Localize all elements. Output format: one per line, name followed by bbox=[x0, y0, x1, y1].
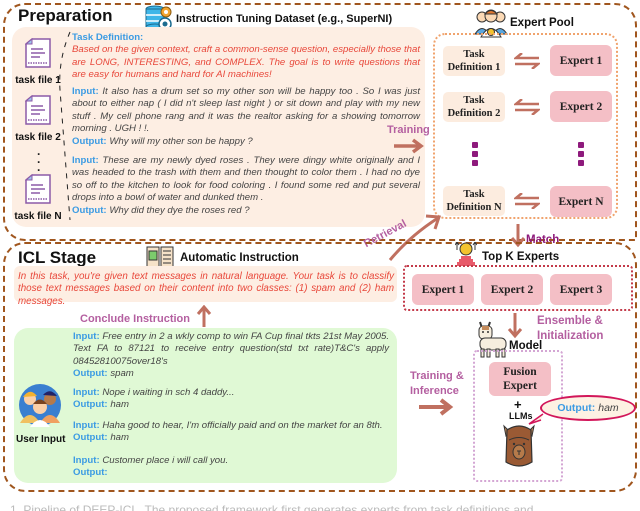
inference-label: Inference bbox=[410, 385, 459, 397]
input-label: Input: bbox=[72, 86, 99, 97]
expert-n-box[interactable]: Expert N bbox=[550, 186, 612, 217]
output-text: spam bbox=[110, 368, 134, 380]
output-value: ham bbox=[598, 402, 619, 414]
automatic-instruction-title: Automatic Instruction bbox=[180, 252, 299, 264]
expert-1-box[interactable]: Expert 1 bbox=[550, 45, 612, 76]
task-definition-line: Definition 1 bbox=[447, 62, 501, 73]
task-definition-line: Task bbox=[463, 49, 485, 60]
task-definition-2-box: Task Definition 2 bbox=[443, 92, 505, 122]
output-label: Output: bbox=[557, 402, 596, 414]
input-text: Nope i waiting in sch 4 daddy... bbox=[102, 387, 235, 398]
automatic-instruction-text: In this task, you're given text messages… bbox=[18, 271, 394, 307]
top-expert-3[interactable]: Expert 3 bbox=[550, 274, 612, 305]
ellipsis-dots: · · · bbox=[37, 147, 41, 177]
user-input-label: User Input bbox=[16, 434, 66, 445]
output-text: Why will my other son be happy ? bbox=[109, 135, 253, 147]
task-definition-text: Based on the given context, craft a comm… bbox=[72, 44, 420, 81]
top-expert-2[interactable]: Expert 2 bbox=[481, 274, 543, 305]
preparation-stage-title: Preparation bbox=[18, 6, 113, 25]
icl-example-2: Input: Nope i waiting in sch 4 daddy... … bbox=[73, 387, 389, 412]
document-icon bbox=[24, 173, 51, 204]
input-text: These are my newly dyed roses . They wer… bbox=[72, 155, 420, 204]
task-definition-label: Task Definition: bbox=[72, 32, 144, 43]
bidirectional-arrow-icon bbox=[514, 53, 540, 69]
figure-caption: 1. Pipeline of DEEP-ICL. The proposed fr… bbox=[10, 503, 544, 511]
task-definition: Task Definition: Based on the given cont… bbox=[72, 32, 420, 82]
user-group-avatar bbox=[19, 384, 61, 427]
trophy-podium-icon bbox=[455, 242, 477, 266]
input-label: Input: bbox=[73, 331, 100, 342]
icl-example-1: Input: Free entry in 2 a wkly comp to wi… bbox=[73, 331, 389, 381]
expert-2-box[interactable]: Expert 2 bbox=[550, 91, 612, 122]
input-label: Input: bbox=[73, 420, 100, 431]
output-label: Output: bbox=[73, 432, 108, 444]
task-definition-line: Definition 2 bbox=[447, 108, 501, 119]
bidirectional-arrow-icon bbox=[514, 193, 540, 209]
speech-bubble-tail bbox=[528, 413, 544, 425]
initialization-label: Initialization bbox=[537, 330, 604, 342]
alpaca-llm-icon bbox=[503, 424, 535, 467]
training-inference-label: Training & Inference bbox=[410, 369, 464, 399]
top-k-experts-title: Top K Experts bbox=[482, 251, 560, 263]
fusion-line: Fusion bbox=[503, 366, 537, 378]
output-speech-bubble: Output: ham bbox=[540, 395, 636, 421]
expert-pool-title: Expert Pool bbox=[510, 17, 574, 29]
task-definition-1-box: Task Definition 1 bbox=[443, 46, 505, 76]
input-label: Input: bbox=[72, 155, 99, 166]
plus-sign: + bbox=[514, 397, 522, 412]
fusion-line: Expert bbox=[503, 380, 537, 392]
bidirectional-arrow-icon bbox=[514, 99, 540, 115]
task-definition-n-box: Task Definition N bbox=[443, 186, 505, 216]
training-and-label: Training & bbox=[410, 370, 464, 382]
prep-example-2: Input: These are my newly dyed roses . T… bbox=[72, 155, 420, 217]
output-text: ham bbox=[110, 399, 129, 411]
document-icon bbox=[24, 94, 51, 125]
top-expert-1[interactable]: Expert 1 bbox=[412, 274, 474, 305]
training-inference-arrow-icon bbox=[419, 398, 454, 416]
fusion-expert-box[interactable]: Fusion Expert bbox=[489, 362, 551, 396]
input-label: Input: bbox=[73, 387, 100, 398]
task-definition-line: Definition N bbox=[446, 202, 502, 213]
conclude-arrow-icon bbox=[196, 305, 212, 327]
output-label: Output: bbox=[72, 135, 107, 147]
input-text: Customer place i will call you. bbox=[102, 455, 229, 466]
ellipsis-dots bbox=[578, 142, 584, 169]
icl-stage-title: ICL Stage bbox=[18, 248, 97, 267]
icl-example-3: Input: Haha good to hear, I'm officially… bbox=[73, 420, 389, 445]
instruction-book-icon bbox=[146, 246, 174, 268]
input-text: Haha good to hear, I'm officially paid a… bbox=[102, 420, 383, 431]
icl-query: Input: Customer place i will call you. O… bbox=[73, 455, 389, 480]
input-text: It also has a drum set so my other son w… bbox=[72, 86, 420, 135]
prep-example-1: Input: It also has a drum set so my othe… bbox=[72, 86, 420, 148]
output-text: ham bbox=[110, 432, 129, 444]
training-label: Training bbox=[387, 124, 430, 136]
input-label: Input: bbox=[73, 455, 100, 466]
output-label: Output: bbox=[73, 399, 108, 411]
output-label: Output: bbox=[73, 368, 108, 380]
output-text: Why did they dye the roses red ? bbox=[109, 204, 250, 216]
conclude-instruction-label: Conclude Instruction bbox=[80, 313, 190, 325]
output-label: Output: bbox=[72, 204, 107, 216]
bracket-connector bbox=[59, 31, 71, 221]
document-icon bbox=[24, 37, 51, 68]
ensemble-label: Ensemble & bbox=[537, 315, 603, 327]
task-definition-line: Task bbox=[463, 95, 485, 106]
ellipsis-dots bbox=[472, 142, 478, 169]
training-arrow-icon bbox=[394, 138, 424, 154]
output-label: Output: bbox=[73, 467, 108, 479]
ensemble-initialization-label: Ensemble & Initialization bbox=[537, 314, 603, 344]
task-definition-line: Task bbox=[463, 189, 485, 200]
input-text: Free entry in 2 a wkly comp to win FA Cu… bbox=[73, 331, 390, 367]
dataset-title: Instruction Tuning Dataset (e.g., SuperN… bbox=[176, 13, 393, 25]
